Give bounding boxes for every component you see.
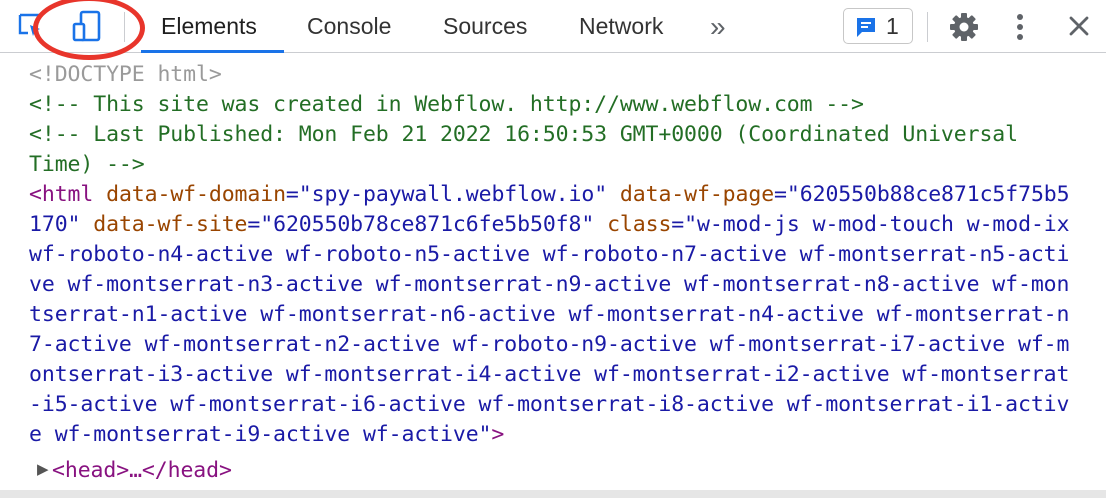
attr-name: class xyxy=(607,212,672,237)
tab-console[interactable]: Console xyxy=(307,0,391,53)
tab-sources[interactable]: Sources xyxy=(443,0,527,53)
tab-elements[interactable]: Elements xyxy=(161,0,257,53)
equals: = xyxy=(774,182,787,207)
attr-value: "620550b78ce871c6fe5b50f8" xyxy=(260,212,595,237)
attr-value: e wf-montserrat-i9-active wf-active" xyxy=(29,422,492,447)
tag-close-bracket: > xyxy=(491,422,505,447)
comment-line[interactable]: <!-- Last Published: Mon Feb 21 2022 16:… xyxy=(29,120,1018,150)
annotation-circle xyxy=(33,0,145,60)
active-tab-indicator xyxy=(141,50,284,53)
issues-button[interactable]: 1 xyxy=(843,8,913,44)
equals: = xyxy=(247,212,261,237)
attr-value: "w-mod-js w-mod-touch w-mod-ix xyxy=(684,212,1070,237)
attr-name: data-wf-domain xyxy=(106,182,286,207)
class-value-line[interactable]: ontserrat-i3-active wf-montserrat-i4-act… xyxy=(29,360,1069,390)
devtools-toolbar: Elements Console Sources Network » 1 xyxy=(0,0,1106,60)
comment-line[interactable]: <!-- This site was created in Webflow. h… xyxy=(29,90,864,120)
issues-chat-icon xyxy=(855,16,877,42)
issues-count: 1 xyxy=(886,13,899,39)
more-tabs-button[interactable]: » xyxy=(710,0,726,53)
attr-value: 170" xyxy=(29,212,81,237)
class-value-line[interactable]: -i5-active wf-montserrat-i6-active wf-mo… xyxy=(29,390,1069,420)
html-element-line[interactable]: <html data-wf-domain="spy-paywall.webflo… xyxy=(29,180,1070,210)
html-element-line[interactable]: 170" data-wf-site="620550b78ce871c6fe5b5… xyxy=(29,210,1070,240)
class-value-line[interactable]: 7-active wf-montserrat-n2-active wf-robo… xyxy=(29,330,1069,360)
equals: = xyxy=(285,182,299,207)
class-value-line[interactable]: e wf-montserrat-i9-active wf-active"> xyxy=(29,420,504,450)
next-node-strip xyxy=(0,490,1106,498)
elements-dom-tree: <!DOCTYPE html> <!-- This site was creat… xyxy=(0,54,1106,498)
close-icon[interactable] xyxy=(1068,15,1090,37)
attr-value: "spy-paywall.webflow.io" xyxy=(298,182,608,207)
expand-arrow-icon[interactable]: ▶ xyxy=(37,454,49,484)
attr-value: "620550b88ce871c5f75b5 xyxy=(786,182,1070,207)
equals: = xyxy=(671,212,685,237)
attr-name: data-wf-page xyxy=(619,182,775,207)
class-value-line[interactable]: wf-roboto-n4-active wf-roboto-n5-active … xyxy=(29,240,1069,270)
class-value-line[interactable]: tserrat-n1-active wf-montserrat-n6-activ… xyxy=(29,300,1069,330)
doctype-line[interactable]: <!DOCTYPE html> xyxy=(29,60,222,90)
head-node-line[interactable]: <head>…</head> xyxy=(52,456,232,486)
attr-name: data-wf-site xyxy=(93,212,248,237)
comment-line[interactable]: Time) --> xyxy=(29,150,145,180)
toolbar-separator xyxy=(927,12,928,42)
tab-network[interactable]: Network xyxy=(579,0,663,53)
kebab-menu-icon[interactable] xyxy=(1012,13,1028,43)
gear-icon[interactable] xyxy=(948,11,980,43)
class-value-line[interactable]: ve wf-montserrat-n3-active wf-montserrat… xyxy=(29,270,1069,300)
tag-open: <html xyxy=(29,182,94,207)
